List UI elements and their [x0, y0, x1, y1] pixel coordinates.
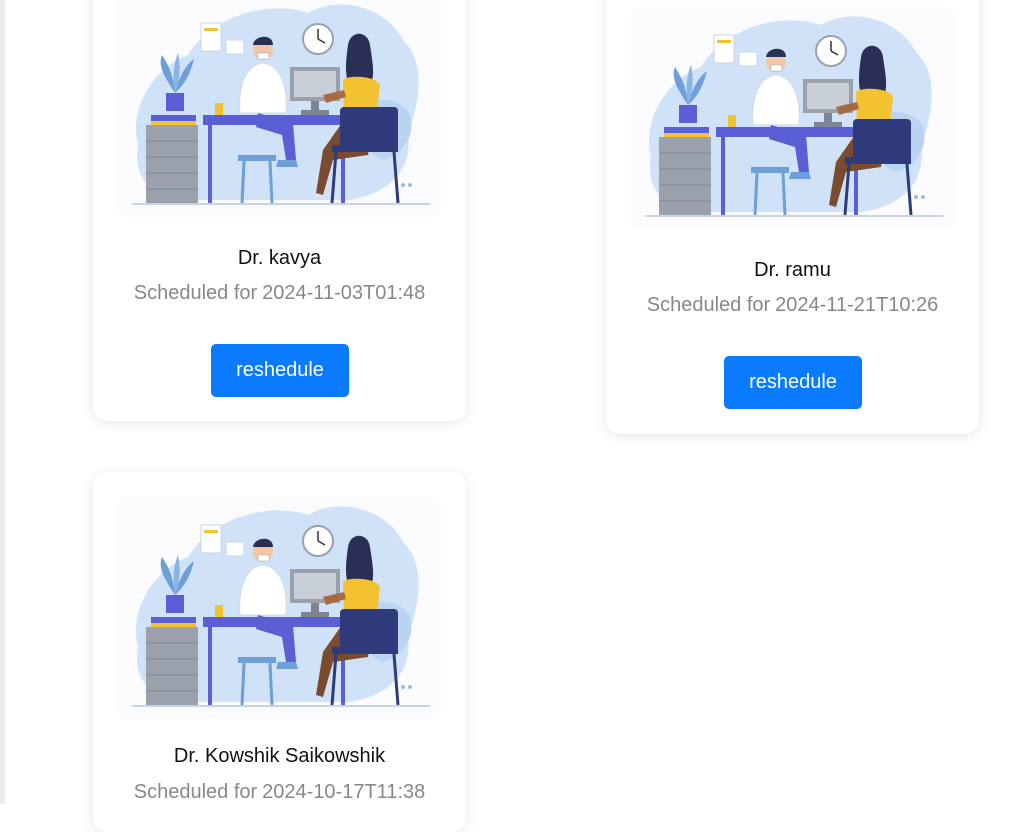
scheduled-datetime: 2024-11-21T10:26 — [775, 294, 939, 316]
scheduled-label: Scheduled for — [133, 781, 258, 803]
scheduled-text: Scheduled for 2024-10-17T11:38 — [93, 781, 466, 804]
scheduled-text: Scheduled for 2024-11-03T01:48 — [93, 282, 466, 305]
doctor-name: Dr. ramu — [754, 259, 831, 281]
appointment-card: Dr. kavya Scheduled for 2024-11-03T01:48 … — [93, 0, 466, 421]
doctor-consultation-illustration — [118, 0, 441, 217]
scheduled-label: Scheduled for — [646, 294, 771, 316]
page-left-border — [0, 0, 5, 804]
doctor-consultation-illustration — [118, 497, 441, 719]
reschedule-button[interactable]: reshedule — [724, 356, 862, 409]
reschedule-button[interactable]: reshedule — [211, 344, 349, 397]
scheduled-text: Scheduled for 2024-11-21T10:26 — [606, 294, 979, 317]
scheduled-label: Scheduled for — [133, 282, 258, 304]
doctor-name: Dr. Kowshik Saikowshik — [173, 745, 386, 767]
scheduled-datetime: 2024-11-03T01:48 — [262, 282, 426, 304]
scheduled-datetime: 2024-10-17T11:38 — [262, 781, 426, 803]
doctor-consultation-illustration — [631, 7, 954, 229]
doctor-name: Dr. kavya — [237, 247, 322, 269]
appointment-card: Dr. ramu Scheduled for 2024-11-21T10:26 r… — [606, 0, 979, 434]
appointment-card: Dr. Kowshik Saikowshik Scheduled for 2024… — [93, 472, 466, 832]
